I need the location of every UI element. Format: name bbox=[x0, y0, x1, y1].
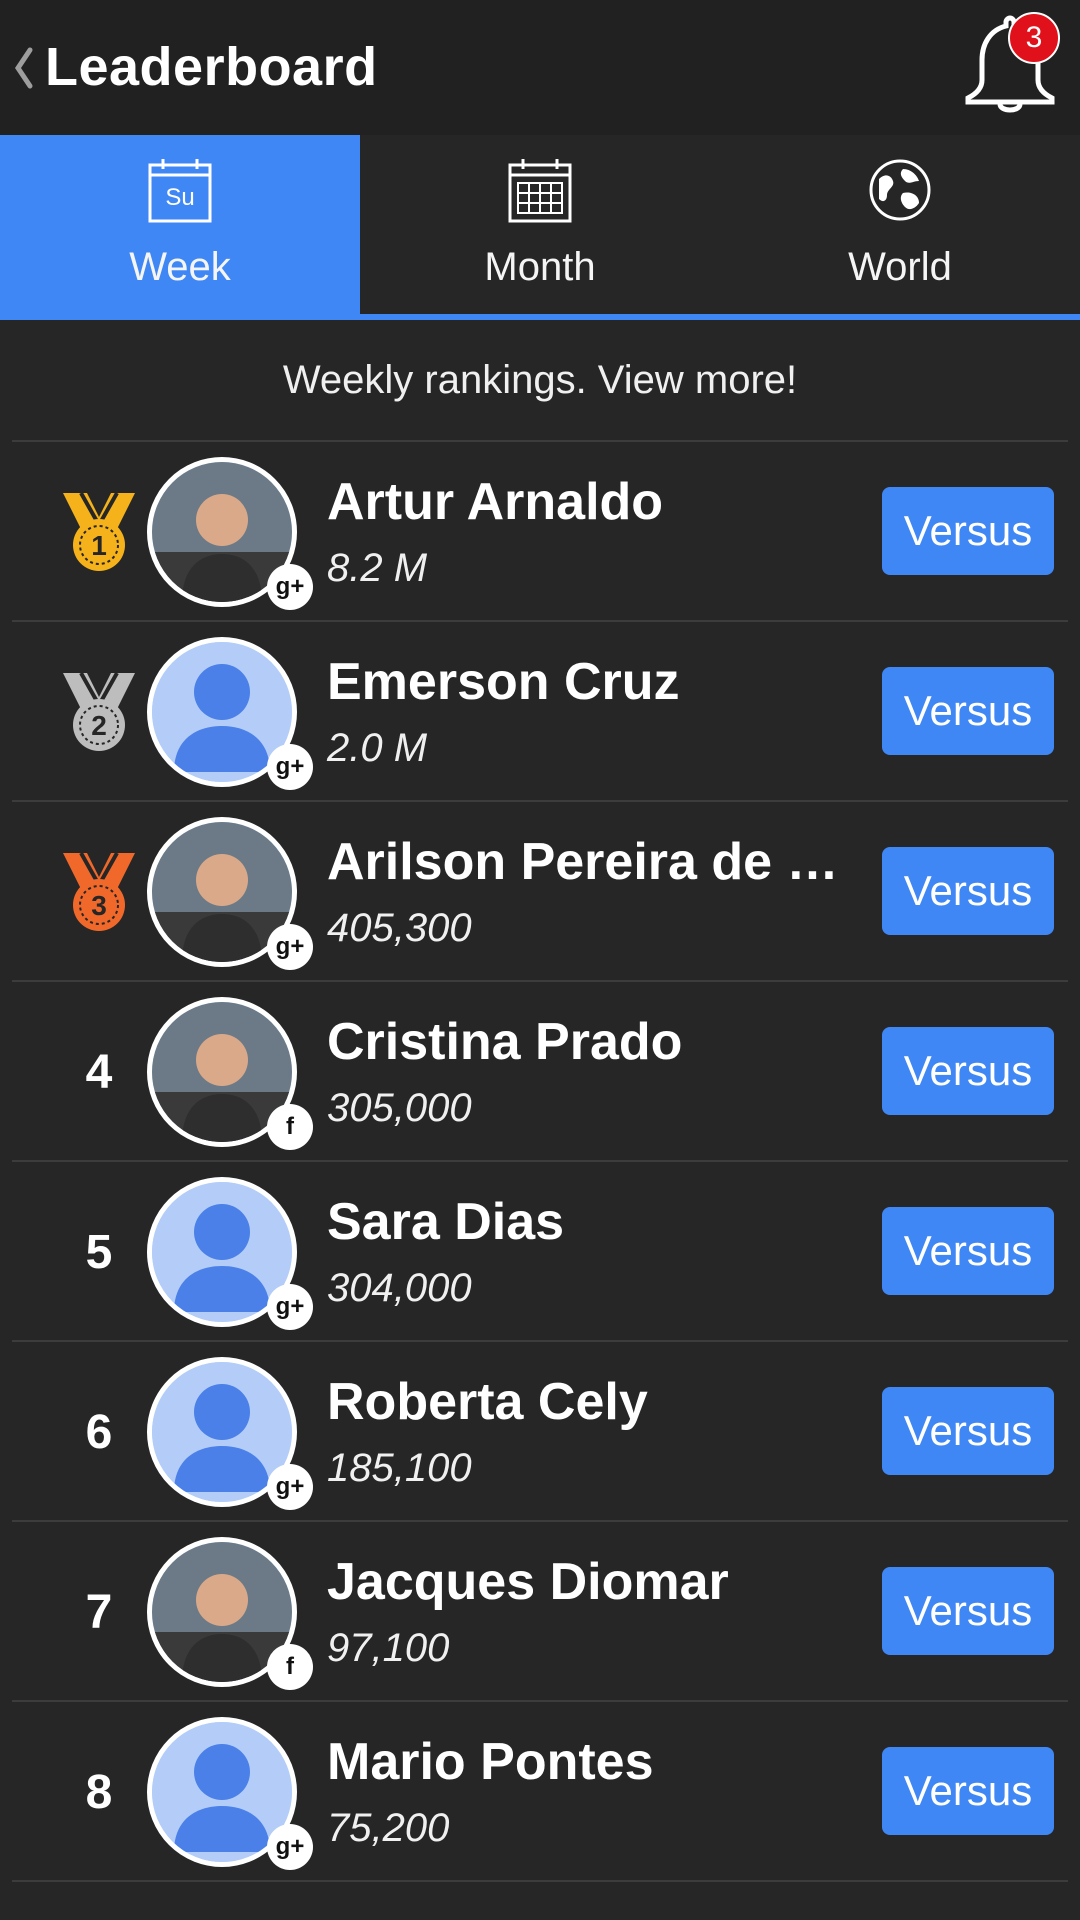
player-name: Roberta Cely bbox=[327, 1373, 648, 1431]
versus-button[interactable]: Versus bbox=[882, 847, 1054, 935]
facebook-icon: f bbox=[267, 1644, 313, 1690]
versus-button[interactable]: Versus bbox=[882, 1207, 1054, 1295]
player-name: Arilson Pereira de M… bbox=[327, 833, 867, 891]
notification-count-badge: 3 bbox=[1008, 12, 1060, 64]
player-score: 2.0 M bbox=[327, 726, 428, 770]
medal-rank-number: 1 bbox=[91, 530, 107, 561]
table-row[interactable]: 8 g+ Mario Pontes 75,200 Versus bbox=[12, 1702, 1068, 1882]
player-score: 97,100 bbox=[327, 1626, 450, 1670]
player-score: 8.2 M bbox=[327, 546, 428, 590]
player-score: 304,000 bbox=[327, 1266, 472, 1310]
versus-button[interactable]: Versus bbox=[882, 487, 1054, 575]
player-score: 75,200 bbox=[327, 1806, 450, 1850]
player-name: Mario Pontes bbox=[327, 1733, 654, 1791]
rank-cell: 8 bbox=[50, 1742, 148, 1842]
rank-cell: 6 bbox=[50, 1382, 148, 1482]
calendar-grid-icon bbox=[508, 159, 572, 223]
table-row[interactable]: 4 f Cristina Prado 305,000 Versus bbox=[12, 982, 1068, 1162]
table-row[interactable]: 2 g+ Emerson Cruz 2.0 M Versus bbox=[12, 622, 1068, 802]
globe-icon bbox=[869, 159, 931, 221]
rank-number: 7 bbox=[85, 1585, 113, 1639]
google-plus-icon: g+ bbox=[267, 744, 313, 790]
versus-button[interactable]: Versus bbox=[882, 1027, 1054, 1115]
rank-number: 8 bbox=[85, 1765, 113, 1819]
period-tabs: Su Week Month World bbox=[0, 135, 1080, 320]
google-plus-icon: g+ bbox=[267, 924, 313, 970]
tab-week[interactable]: Su Week bbox=[0, 135, 360, 314]
tab-world[interactable]: World bbox=[720, 135, 1080, 314]
player-name: Sara Dias bbox=[327, 1193, 565, 1251]
google-plus-icon: g+ bbox=[267, 1284, 313, 1330]
rankings-subtitle[interactable]: Weekly rankings. View more! bbox=[0, 320, 1080, 440]
player-score: 305,000 bbox=[327, 1086, 472, 1130]
table-row[interactable]: 7 f Jacques Diomar 97,100 Versus bbox=[12, 1522, 1068, 1702]
rank-cell: 4 bbox=[50, 1022, 148, 1122]
rank-number: 4 bbox=[85, 1045, 113, 1099]
page-title: Leaderboard bbox=[45, 37, 378, 97]
table-row[interactable]: 6 g+ Roberta Cely 185,100 Versus bbox=[12, 1342, 1068, 1522]
calendar-sunday-icon: Su bbox=[148, 159, 212, 223]
tab-world-label: World bbox=[848, 245, 952, 289]
rank-cell: 7 bbox=[50, 1562, 148, 1662]
gold-medal-icon: 1 bbox=[50, 482, 148, 582]
tab-week-label: Week bbox=[129, 245, 231, 289]
player-score: 405,300 bbox=[327, 906, 472, 950]
rank-cell: 5 bbox=[50, 1202, 148, 1302]
silver-medal-icon: 2 bbox=[50, 662, 148, 762]
player-name: Emerson Cruz bbox=[327, 653, 680, 711]
player-name: Jacques Diomar bbox=[327, 1553, 729, 1611]
rank-number: 6 bbox=[85, 1405, 113, 1459]
player-name: Artur Arnaldo bbox=[327, 473, 664, 531]
versus-button[interactable]: Versus bbox=[882, 667, 1054, 755]
calendar-icon-text: Su bbox=[165, 184, 194, 211]
google-plus-icon: g+ bbox=[267, 1824, 313, 1870]
google-plus-icon: g+ bbox=[267, 1464, 313, 1510]
leaderboard-list: 1 g+ Artur Arnaldo 8.2 M Versus 2 g+ Emerson Cr… bbox=[12, 440, 1068, 1882]
versus-button[interactable]: Versus bbox=[882, 1567, 1054, 1655]
medal-rank-number: 2 bbox=[91, 710, 107, 741]
medal-rank-number: 3 bbox=[91, 890, 107, 921]
player-name: Cristina Prado bbox=[327, 1013, 683, 1071]
player-score: 185,100 bbox=[327, 1446, 472, 1490]
table-row[interactable]: 3 g+ Arilson Pereira de M… 405,300 Versus bbox=[12, 802, 1068, 982]
facebook-icon: f bbox=[267, 1104, 313, 1150]
tab-month[interactable]: Month bbox=[360, 135, 720, 314]
table-row[interactable]: 1 g+ Artur Arnaldo 8.2 M Versus bbox=[12, 442, 1068, 622]
bronze-medal-icon: 3 bbox=[50, 842, 148, 942]
google-plus-icon: g+ bbox=[267, 564, 313, 610]
tab-month-label: Month bbox=[484, 245, 596, 289]
table-row[interactable]: 5 g+ Sara Dias 304,000 Versus bbox=[12, 1162, 1068, 1342]
app-header: Leaderboard 3 bbox=[0, 0, 1080, 135]
chevron-left-icon[interactable] bbox=[12, 44, 34, 92]
versus-button[interactable]: Versus bbox=[882, 1387, 1054, 1475]
rank-number: 5 bbox=[85, 1225, 113, 1279]
versus-button[interactable]: Versus bbox=[882, 1747, 1054, 1835]
notifications-button[interactable]: 3 bbox=[960, 12, 1060, 122]
